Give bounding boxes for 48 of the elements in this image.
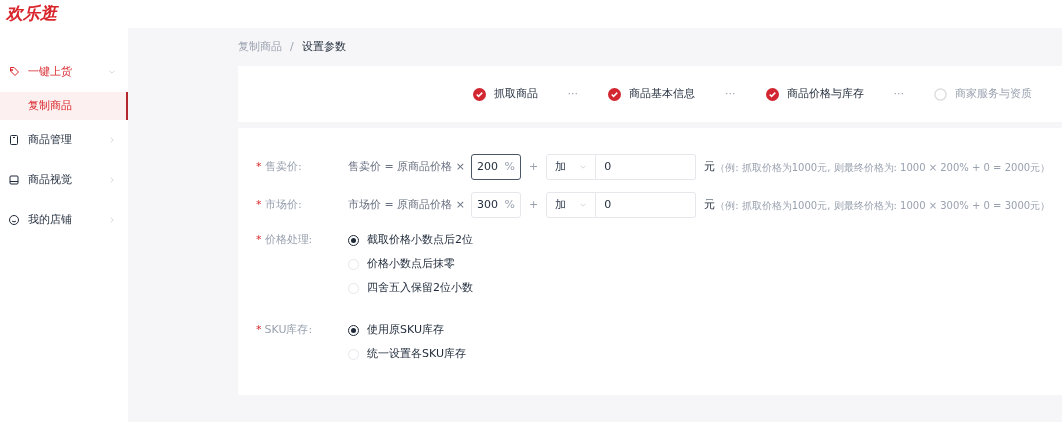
logo: 欢乐逛	[6, 2, 57, 26]
radio-option[interactable]: 价格小数点后抹零	[348, 252, 473, 276]
chevron-right-icon	[108, 136, 116, 144]
radio-option[interactable]: 统一设置各SKU库存	[348, 342, 466, 366]
radio-option[interactable]: 四舍五入保留2位小数	[348, 276, 473, 300]
radio-option[interactable]: 使用原SKU库存	[348, 318, 466, 342]
sidebar-item[interactable]: 一键上货	[0, 52, 128, 92]
sidebar-subitem[interactable]: 复制商品	[0, 92, 128, 120]
chevron-down-icon	[579, 163, 588, 171]
percent-field[interactable]: 200 %	[470, 154, 521, 180]
field-label: * 价格处理:	[256, 231, 314, 248]
formula-text: 市场价 = 原商品价格 ×	[348, 196, 465, 213]
percent-field[interactable]: 300 %	[470, 192, 521, 218]
radio-option[interactable]: 截取价格小数点后2位	[348, 228, 473, 252]
step-separator: ···	[725, 85, 736, 102]
operator-select[interactable]: 加	[546, 154, 597, 180]
chevron-right-icon	[108, 176, 116, 184]
formula-text: 售卖价 = 原商品价格 ×	[348, 158, 465, 175]
operator-select[interactable]: 加	[546, 192, 597, 218]
tag-icon	[8, 66, 20, 78]
step-label: 抓取商品	[493, 85, 538, 102]
step-separator: ···	[567, 85, 578, 102]
chevron-down-icon	[108, 68, 116, 76]
breadcrumb-separator: /	[290, 38, 294, 55]
unit-label: 元	[704, 196, 716, 213]
sidebar-item[interactable]: 商品管理	[0, 120, 128, 160]
sidebar-item[interactable]: 商品视觉	[0, 160, 128, 200]
plus-sign: +	[528, 158, 539, 175]
field-label: * 市场价:	[256, 196, 303, 213]
amount-field[interactable]: 0	[596, 192, 697, 218]
monitor-icon	[8, 174, 20, 186]
field-label: * 售卖价:	[256, 158, 303, 175]
breadcrumb-current: 设置参数	[301, 38, 346, 55]
example-text: （例: 抓取价格为1000元, 则最终价格为: 1000 × 300% + 0 = 3000元）	[715, 198, 1051, 213]
chevron-down-icon	[579, 201, 588, 209]
step-separator: ···	[893, 85, 904, 102]
example-text: （例: 抓取价格为1000元, 则最终价格为: 1000 × 200% + 0 = 2000元）	[715, 160, 1051, 175]
bag-icon	[8, 134, 20, 146]
step-label: 商家服务与资质	[955, 85, 1032, 102]
sidebar-item[interactable]: 我的店铺	[0, 200, 128, 240]
step-label: 商品价格与库存	[786, 85, 864, 102]
plus-sign: +	[528, 196, 539, 213]
amount-field[interactable]: 0	[596, 154, 697, 180]
smile-icon	[8, 214, 20, 226]
unit-label: 元	[704, 158, 716, 175]
step-label: 商品基本信息	[629, 85, 695, 102]
chevron-right-icon	[108, 216, 116, 224]
field-label: * SKU库存:	[256, 321, 314, 338]
